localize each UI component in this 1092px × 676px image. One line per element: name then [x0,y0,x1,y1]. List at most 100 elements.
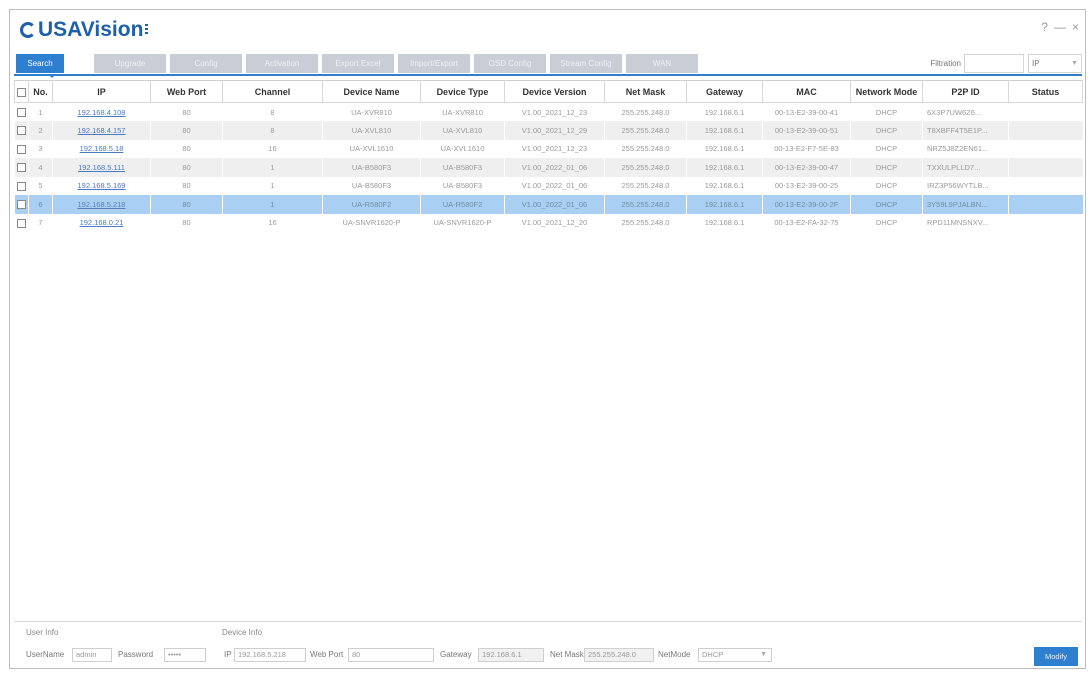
table-row[interactable]: 6 192.168.5.218 80 1 UA-R580F2 UA-R580F2 V1.00… [14,195,1083,214]
cell-device-version: V1.00_2021_12_23 [504,139,605,158]
cell-no: 7 [28,213,53,232]
column-header[interactable]: Channel [222,80,323,103]
table-row[interactable]: 3 192.168.5.18 80 16 UA-XVL1610 UA-XVL1610 V1.… [14,139,1083,158]
web-port-label: Web Port [310,650,344,659]
ip-link[interactable]: 192.168.5.18 [80,144,124,153]
cell-device-type: UA-XVL1610 [420,139,505,158]
cell-network-mode: DHCP [850,176,923,195]
net-mode-label: NetMode [658,650,691,659]
row-checkbox[interactable] [14,121,29,140]
cell-no: 2 [28,121,53,140]
ip-link[interactable]: 192.168.5.218 [78,200,126,209]
cell-gateway: 192.168.6.1 [686,121,763,140]
cell-gateway: 192.168.6.1 [686,176,763,195]
filtration-input[interactable] [964,54,1024,73]
table-header-row: No. IP Web Port Channel Device Name Devi… [14,80,1083,103]
row-checkbox[interactable] [14,158,29,177]
username-field[interactable]: admin [72,648,112,662]
activation-button[interactable]: Activation [246,54,318,73]
cell-ip[interactable]: 192.168.5.169 [52,176,151,195]
logo-text: USAVision [38,18,144,41]
cell-channel: 1 [222,195,323,214]
config-button[interactable]: Config [170,54,242,73]
brand-logo: USAVision [20,16,149,44]
import-export-button[interactable]: Import/Export [398,54,470,73]
column-header[interactable]: MAC [762,80,851,103]
table-row[interactable]: 1 192.168.4.108 80 8 UA-XVR810 UA-XVR810 V1.00… [14,102,1083,121]
modify-button[interactable]: Modify [1034,647,1078,666]
cell-device-name: UA-B580F3 [322,158,421,177]
row-checkbox[interactable] [14,102,29,121]
logo-mark-icon [20,22,36,38]
cell-ip[interactable]: 192.168.4.157 [52,121,151,140]
osd-config-button[interactable]: OSD Config [474,54,546,73]
row-checkbox[interactable] [14,139,29,158]
column-header[interactable]: Network Mode [850,80,923,103]
cell-ip[interactable]: 192.168.5.218 [52,195,151,214]
cell-ip[interactable]: 192.168.5.18 [52,139,151,158]
table-row[interactable]: 2 192.168.4.157 80 8 UA-XVL810 UA-XVL810 V1.00… [14,121,1083,140]
cell-device-name: UA-SNVR1620-P [322,213,421,232]
cell-status [1008,176,1083,195]
gateway-field[interactable]: 192.168.6.1 [478,648,544,662]
cell-ip[interactable]: 192.168.5.111 [52,158,151,177]
column-header[interactable]: IP [52,80,151,103]
minimize-icon[interactable]: — [1054,20,1066,34]
cell-network-mode: DHCP [850,158,923,177]
ip-field[interactable]: 192.168.5.218 [234,648,306,662]
filtration-label: Filtration [930,59,961,68]
search-button[interactable]: Search [16,54,64,73]
cell-p2p-id: T8XBFF4T5E1P... [922,121,1009,140]
info-panel: User Info UserName admin Password ••••• … [14,622,1082,667]
ip-link[interactable]: 192.168.4.157 [78,126,126,135]
ip-link[interactable]: 192.168.5.111 [78,163,125,172]
cell-p2p-id: NRZ5J8Z2EN61... [922,139,1009,158]
cell-channel: 16 [222,139,323,158]
table-row[interactable]: 7 192.168.0.21 80 16 UA-SNVR1620-P UA-SNVR162… [14,213,1083,232]
filtration-group: Filtration IP ▼ [930,54,1082,73]
export-excel-button[interactable]: Export Excel [322,54,394,73]
row-checkbox[interactable] [14,176,29,195]
column-header[interactable]: Device Type [420,80,505,103]
logo-dots-icon [145,24,149,36]
help-icon[interactable]: ? [1041,20,1048,34]
ip-link[interactable]: 192.168.5.169 [78,181,126,190]
ip-link[interactable]: 192.168.0.21 [80,218,124,227]
cell-ip[interactable]: 192.168.0.21 [52,213,151,232]
cell-ip[interactable]: 192.168.4.108 [52,102,151,121]
column-header[interactable]: Device Name [322,80,421,103]
table-row[interactable]: 5 192.168.5.169 80 1 UA-B580F3 UA-B580F3 V1.00… [14,176,1083,195]
password-label: Password [118,650,154,659]
cell-mac: 00-13-E2-39-00-51 [762,121,851,140]
cell-gateway: 192.168.6.1 [686,102,763,121]
web-port-field[interactable]: 80 [348,648,434,662]
column-header[interactable]: P2P ID [922,80,1009,103]
password-field[interactable]: ••••• [164,648,206,662]
row-checkbox[interactable] [14,195,29,214]
filter-type-select[interactable]: IP ▼ [1028,54,1082,73]
net-mode-select[interactable]: DHCP ▼ [698,648,772,662]
cell-status [1008,139,1083,158]
table-row[interactable]: 4 192.168.5.111 80 1 UA-B580F3 UA-B580F3 V1.00… [14,158,1083,177]
column-header[interactable]: Web Port [150,80,223,103]
cell-channel: 8 [222,121,323,140]
column-header[interactable]: No. [28,80,53,103]
column-header[interactable]: Net Mask [604,80,687,103]
net-mask-field[interactable]: 255.255.248.0 [584,648,654,662]
cell-mac: 00-13-E2-FA-32-75 [762,213,851,232]
wan-button[interactable]: WAN [626,54,698,73]
row-checkbox[interactable] [14,213,29,232]
upgrade-button[interactable]: Upgrade [94,54,166,73]
close-icon[interactable]: × [1072,20,1079,34]
column-header[interactable]: Gateway [686,80,763,103]
column-header[interactable]: Status [1008,80,1083,103]
select-all-checkbox[interactable] [14,80,29,103]
stream-config-button[interactable]: Stream Config [550,54,622,73]
cell-p2p-id: 6X3P7UW6Z6... [922,102,1009,121]
cell-net-mask: 255.255.248.0 [604,139,687,158]
cell-net-mask: 255.255.248.0 [604,102,687,121]
cell-net-mask: 255.255.248.0 [604,158,687,177]
ip-link[interactable]: 192.168.4.108 [78,108,126,117]
cell-net-mask: 255.255.248.0 [604,195,687,214]
column-header[interactable]: Device Version [504,80,605,103]
